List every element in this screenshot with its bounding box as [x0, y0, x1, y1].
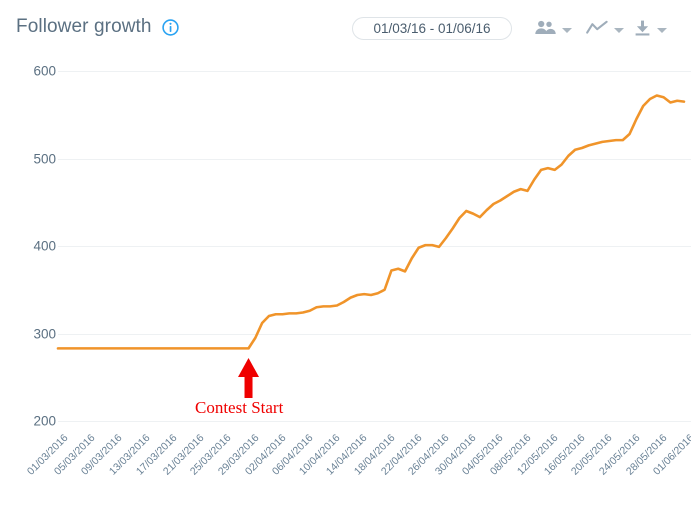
contest-start-label: Contest Start — [195, 398, 283, 418]
page-title: Follower growth — [16, 16, 152, 38]
x-axis-labels: 01/03/201605/03/201609/03/201613/03/2016… — [0, 432, 691, 509]
export-menu-button[interactable] — [634, 20, 667, 41]
metric-selector-button[interactable] — [586, 20, 624, 40]
download-icon — [634, 20, 651, 41]
chart-plot-area: 200300400500600 — [0, 52, 691, 432]
chevron-down-icon — [614, 28, 624, 33]
widget-header: Follower growth 01/03/16 - 01/06/16 — [0, 0, 691, 52]
date-range-picker[interactable]: 01/03/16 - 01/06/16 — [352, 17, 512, 40]
people-icon — [534, 20, 556, 40]
chevron-down-icon — [657, 28, 667, 33]
audience-filter-button[interactable] — [534, 20, 572, 40]
line-chart-icon — [586, 20, 608, 40]
info-circle-icon[interactable] — [162, 19, 179, 36]
follower-growth-line — [0, 52, 691, 432]
follower-growth-widget: Follower growth 01/03/16 - 01/06/16 — [0, 0, 691, 509]
chevron-down-icon — [562, 28, 572, 33]
